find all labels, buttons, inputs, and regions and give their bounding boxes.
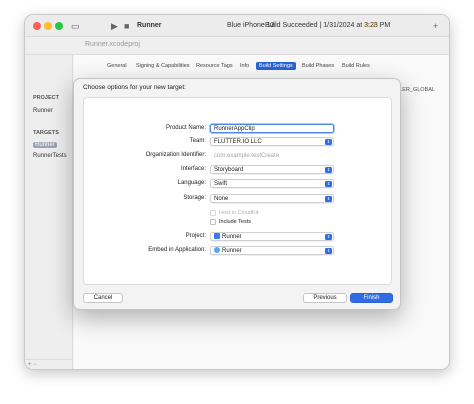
navigator-filter-bar[interactable]: + − <box>25 359 73 369</box>
add-icon[interactable]: + <box>433 19 438 33</box>
tab-resource-tags[interactable]: Resource Tags <box>196 63 233 69</box>
project-navigator: PROJECT Runner TARGETS Runner RunnerTest… <box>25 55 73 369</box>
warnings-badge[interactable]: ⚠ 2 <box>364 19 376 33</box>
tab-signing[interactable]: Signing & Capabilities <box>136 63 190 69</box>
product-name-label: Product Name: <box>165 125 206 131</box>
language-popup[interactable]: Swift ⇕ <box>210 179 334 188</box>
tab-general[interactable]: General <box>107 63 127 69</box>
tab-bar: Runner.xcodeproj <box>25 37 449 55</box>
checkbox-box <box>210 209 216 216</box>
include-tests-checkbox[interactable]: Include Tests <box>210 218 251 226</box>
popup-arrows-icon: ⇕ <box>325 139 332 145</box>
sidebar-item-target-runnertests[interactable]: RunnerTests <box>33 153 67 159</box>
sidebar-item-target-runner[interactable]: Runner <box>33 142 57 148</box>
embed-value: Runner <box>222 248 242 254</box>
host-in-cloudkit-checkbox[interactable]: Host in CloudKit <box>210 209 258 217</box>
scheme-selector[interactable]: Runner <box>137 19 162 33</box>
language-label: Language: <box>177 180 206 186</box>
host-in-cloudkit-label: Host in CloudKit <box>219 210 259 216</box>
sheet-title: Choose options for your new target: <box>83 84 186 91</box>
tab-build-rules[interactable]: Build Rules <box>342 63 370 69</box>
tab-build-phases[interactable]: Build Phases <box>302 63 334 69</box>
team-value: FLUTTER.IO LLC <box>214 139 262 145</box>
title-bar: ▭ ▶ ■ Runner Blue iPhone 13 Build Succee… <box>25 15 449 37</box>
organization-identifier-label: Organization Identifier: <box>145 152 206 158</box>
popup-arrows-icon: ⇕ <box>325 234 332 240</box>
new-target-sheet: Choose options for your new target: Prod… <box>73 78 401 310</box>
cancel-button[interactable]: Cancel <box>83 293 123 303</box>
previous-button[interactable]: Previous <box>303 293 347 303</box>
popup-arrows-icon: ⇕ <box>325 181 332 187</box>
product-name-input[interactable]: RunnerAppClip <box>210 124 334 133</box>
tab-info[interactable]: Info <box>240 63 249 69</box>
minimize-window-button[interactable] <box>44 22 52 30</box>
project-label: Project: <box>185 233 206 239</box>
finish-button[interactable]: Finish <box>350 293 393 303</box>
embed-in-application-label: Embed in Application: <box>148 247 206 253</box>
flutter-app-icon <box>214 247 220 254</box>
tab-build-settings[interactable]: Build Settings <box>256 62 296 70</box>
team-label: Team: <box>189 138 206 144</box>
sidebar-item-project-runner[interactable]: Runner <box>33 108 53 114</box>
popup-arrows-icon: ⇕ <box>325 167 332 173</box>
team-popup[interactable]: FLUTTER.IO LLC ⇕ <box>210 137 334 146</box>
zoom-window-button[interactable] <box>55 22 63 30</box>
project-popup[interactable]: Runner ⇕ <box>210 232 334 241</box>
storage-label: Storage: <box>183 195 206 201</box>
xcodeproj-icon <box>214 233 220 240</box>
stop-icon[interactable]: ■ <box>124 19 129 33</box>
project-value: Runner <box>222 234 242 240</box>
targets-section-header: TARGETS <box>33 130 59 136</box>
close-window-button[interactable] <box>33 22 41 30</box>
options-panel: Product Name: RunnerAppClip Team: FLUTTE… <box>83 97 392 285</box>
tab-project-file[interactable]: Runner.xcodeproj <box>85 38 140 52</box>
run-icon[interactable]: ▶ <box>111 19 118 33</box>
popup-arrows-icon: ⇕ <box>325 196 332 202</box>
interface-label: Interface: <box>180 166 206 172</box>
include-tests-label: Include Tests <box>219 219 252 225</box>
checkbox-box <box>210 218 216 225</box>
language-value: Swift <box>214 181 228 187</box>
embed-in-application-popup[interactable]: Runner ⇕ <box>210 246 334 255</box>
storage-popup[interactable]: None ⇕ <box>210 194 334 203</box>
interface-popup[interactable]: Storyboard ⇕ <box>210 165 334 174</box>
sidebar-toggle-icon[interactable]: ▭ <box>71 19 80 33</box>
interface-value: Storyboard <box>214 167 244 173</box>
storage-value: None <box>214 196 229 202</box>
project-section-header: PROJECT <box>33 95 59 101</box>
popup-arrows-icon: ⇕ <box>325 248 332 254</box>
organization-identifier-input[interactable]: com.example.testCreate <box>210 151 334 160</box>
